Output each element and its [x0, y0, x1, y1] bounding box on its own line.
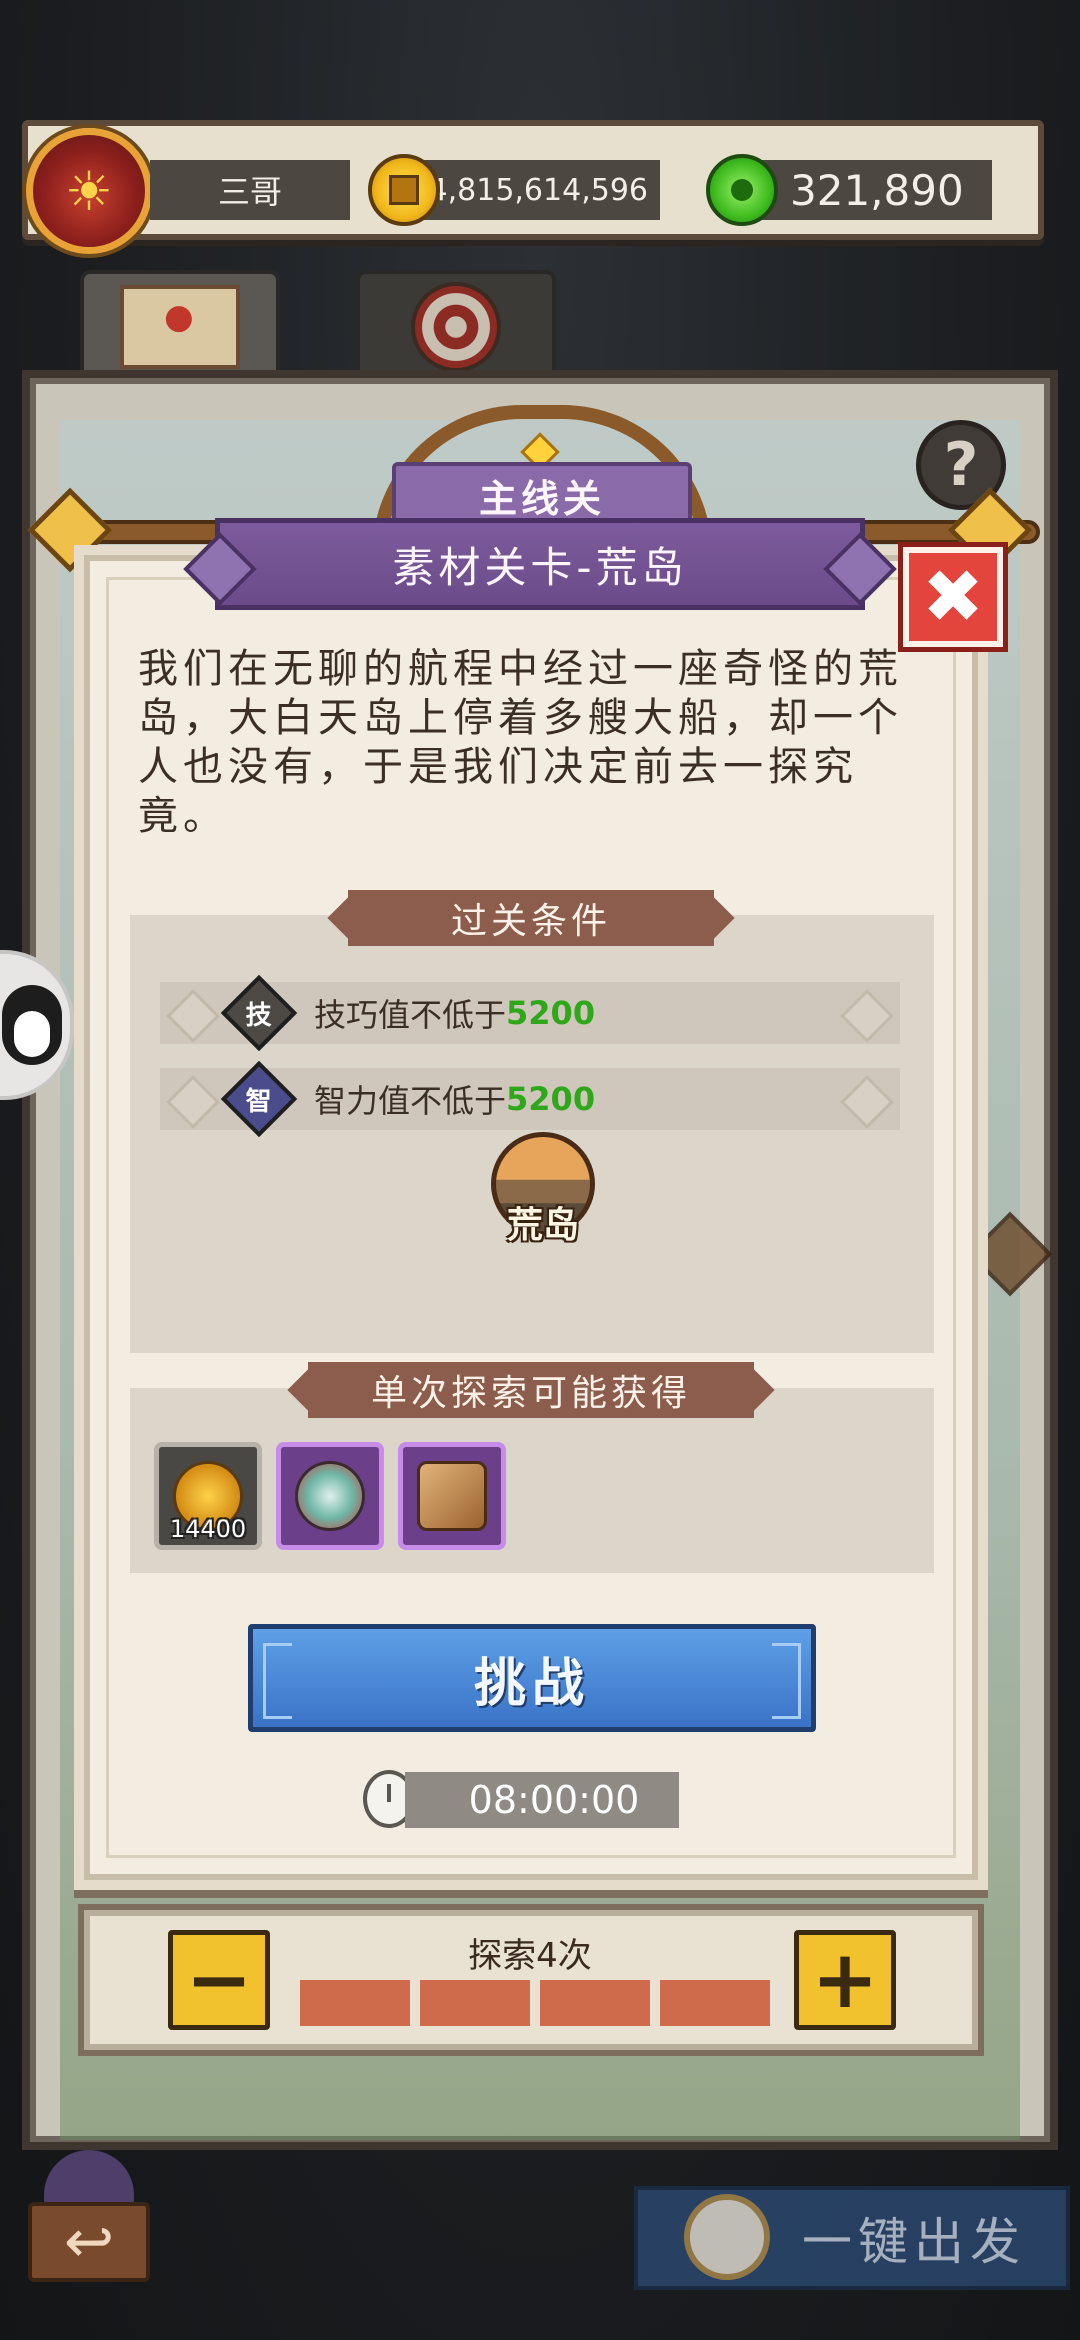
- decrease-button[interactable]: −: [168, 1930, 270, 2030]
- demon-head-icon: [44, 2150, 134, 2210]
- location-label: 荒岛: [506, 1205, 579, 1246]
- return-arrow-icon: ↩: [28, 2202, 150, 2282]
- map-icon: [120, 285, 240, 369]
- penguin-icon: [2, 985, 62, 1065]
- gold-coin-icon: [368, 154, 440, 226]
- target-icon: [411, 282, 501, 372]
- tab-map[interactable]: [80, 270, 280, 380]
- reward-item[interactable]: [398, 1442, 506, 1550]
- explore-segment: [300, 1980, 410, 2026]
- explore-count-label: 探索4次: [468, 1936, 592, 1976]
- treasure-box-icon: [417, 1461, 487, 1531]
- reward-item[interactable]: 14400: [154, 1442, 262, 1550]
- explore-segment: [660, 1980, 770, 2026]
- conditions-title: 过关条件: [348, 890, 714, 946]
- explore-segment: [540, 1980, 650, 2026]
- countdown-timer: 08:00:00: [405, 1772, 679, 1828]
- challenge-button[interactable]: 挑战: [248, 1624, 816, 1732]
- dialog-title: 素材关卡-荒岛: [215, 518, 865, 610]
- increase-button[interactable]: +: [794, 1930, 896, 2030]
- tab-target[interactable]: [356, 270, 556, 380]
- condition-text: 技巧值不低于: [314, 996, 507, 1034]
- stage-description: 我们在无聊的航程中经过一座奇怪的荒岛，大白天岛上停着多艘大船，却一个人也没有，于…: [138, 646, 903, 839]
- compass-icon: [684, 2194, 770, 2280]
- hot-air-balloon-icon: [295, 1461, 365, 1531]
- explore-segment: [420, 1980, 530, 2026]
- condition-text: 智力值不低于: [314, 1082, 507, 1120]
- rewards-title: 单次探索可能获得: [308, 1362, 754, 1418]
- player-name: 三哥: [150, 160, 350, 220]
- reward-count: 14400: [169, 1515, 247, 1543]
- player-avatar[interactable]: ☀: [26, 128, 152, 254]
- condition-value: 5200: [506, 1080, 596, 1118]
- condition-value: 5200: [506, 994, 596, 1032]
- reward-item[interactable]: [276, 1442, 384, 1550]
- jade-icon: [706, 154, 778, 226]
- back-button[interactable]: ↩: [24, 2150, 154, 2290]
- close-button[interactable]: ✖: [898, 542, 1008, 652]
